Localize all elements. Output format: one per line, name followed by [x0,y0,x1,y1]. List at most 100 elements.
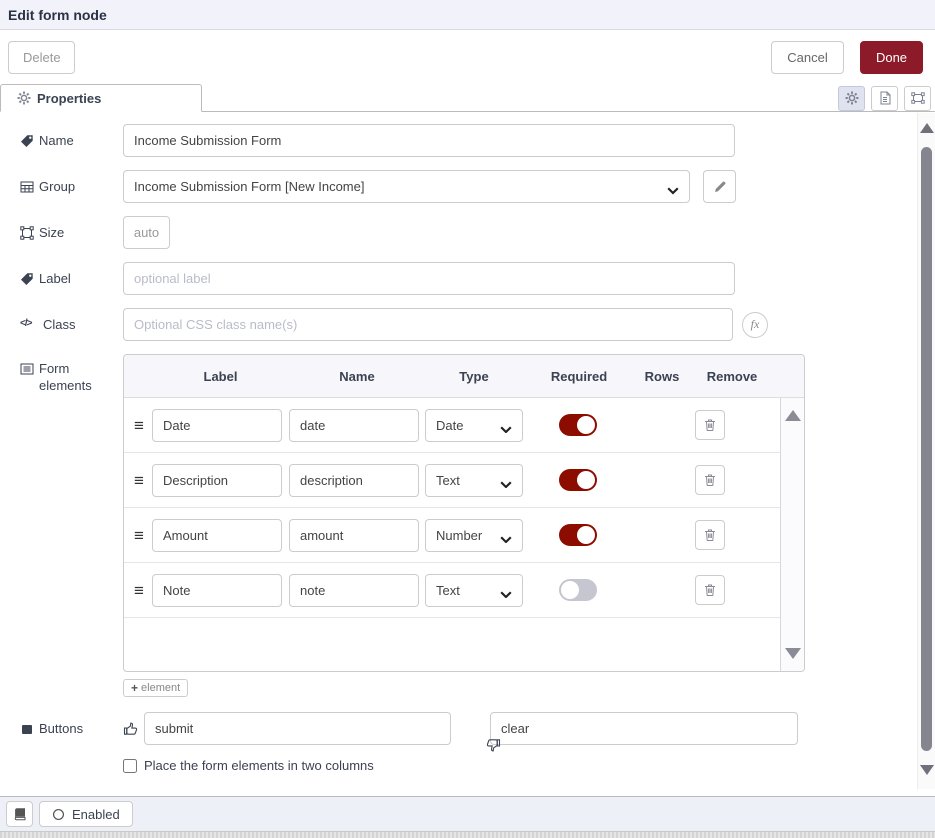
remove-element-button[interactable] [695,410,725,440]
two-columns-checkbox[interactable] [123,759,137,773]
remove-element-button[interactable] [695,520,725,550]
element-name-input[interactable] [289,574,419,607]
scroll-down-icon[interactable] [920,765,934,775]
submit-button-input[interactable] [144,712,451,745]
drag-handle-icon[interactable]: ≡ [134,417,152,434]
book-icon [13,807,27,821]
column-header-remove: Remove [689,369,775,384]
label-input[interactable] [123,262,735,295]
tag-icon [20,272,34,286]
size-button[interactable]: auto [123,216,170,249]
dialog-header: Edit form node [0,0,935,30]
delete-button[interactable]: Delete [8,41,75,74]
element-label-input[interactable] [152,519,282,552]
scroll-up-icon[interactable] [785,410,801,421]
node-info-button[interactable] [6,801,33,827]
two-columns-row: Place the form elements in two columns [123,758,915,773]
element-type-select[interactable]: Text [425,574,523,607]
fx-expand-button[interactable]: fx [742,312,768,338]
form-element-row: ≡ Date [124,398,780,453]
properties-gear-button[interactable] [838,86,865,111]
required-toggle[interactable] [559,524,597,546]
done-button[interactable]: Done [860,41,923,74]
label-label: Label [20,262,123,295]
column-header-required: Required [523,369,635,384]
buttons-row: Buttons [20,712,915,745]
form-element-row: ≡ Text [124,453,780,508]
tab-icon-buttons [838,84,931,112]
gear-icon [845,91,859,105]
tab-properties[interactable]: Properties [0,84,202,112]
form-elements-label: Formelements [20,354,123,672]
square-icon [20,722,34,736]
element-label-input[interactable] [152,464,282,497]
remove-element-button[interactable] [695,465,725,495]
trash-icon [703,418,717,432]
dialog-toolbar: Delete Cancel Done [0,30,935,84]
scrollbar-thumb[interactable] [921,147,932,751]
node-appearance-icon [911,91,925,105]
plus-icon: + [131,681,138,695]
drag-handle-icon[interactable]: ≡ [134,472,152,489]
form-elements-list-header: Label Name Type Required Rows Remove [124,355,804,398]
element-name-input[interactable] [289,519,419,552]
edit-group-button[interactable] [703,170,736,203]
required-toggle[interactable] [559,414,597,436]
drag-handle-icon[interactable]: ≡ [134,582,152,599]
element-label-input[interactable] [152,574,282,607]
tab-bar: Properties [0,84,935,112]
dialog-title: Edit form node [8,7,107,23]
appearance-button[interactable] [904,86,931,111]
required-toggle[interactable] [559,469,597,491]
form-elements-list: Label Name Type Required Rows Remove ≡ [123,354,805,672]
dialog-scrollbar[interactable] [917,113,935,789]
enabled-toggle-button[interactable]: Enabled [39,801,133,827]
column-header-label: Label [152,369,289,384]
class-input[interactable] [123,308,733,341]
cancel-button[interactable]: Cancel [771,41,844,74]
enabled-label: Enabled [72,807,120,822]
clear-button-input[interactable] [490,712,798,745]
element-type-select[interactable]: Date [425,409,523,442]
chevron-down-icon [500,531,512,539]
element-type-select[interactable]: Text [425,464,523,497]
dialog-edge-strip [0,831,935,838]
description-button[interactable] [871,86,898,111]
dialog-footer: Enabled [0,796,935,831]
list-icon [20,362,34,376]
group-row: Group Income Submission Form [New Income… [20,170,915,203]
required-toggle[interactable] [559,579,597,601]
code-icon: </> [20,318,38,332]
size-label: Size [20,216,123,249]
edit-form-node-dialog: Edit form node Delete Cancel Done Proper… [0,0,935,838]
label-row: Label [20,262,915,295]
tab-properties-label: Properties [37,91,101,106]
element-label-input[interactable] [152,409,282,442]
trash-icon [703,473,717,487]
column-header-type: Type [425,369,523,384]
group-select[interactable]: Income Submission Form [New Income] [123,170,690,203]
form-elements-row: Formelements Label Name Type Required Ro… [20,354,915,672]
thumbs-up-icon [123,721,139,737]
trash-icon [703,583,717,597]
add-element-button[interactable]: +element [123,679,188,697]
name-input[interactable] [123,124,735,157]
buttons-label: Buttons [20,721,123,736]
element-type-select[interactable]: Number [425,519,523,552]
scroll-down-icon[interactable] [785,648,801,659]
element-name-input[interactable] [289,464,419,497]
drag-handle-icon[interactable]: ≡ [134,527,152,544]
column-header-rows: Rows [635,369,689,384]
gear-icon [17,91,31,105]
list-scrollbar[interactable] [780,398,804,671]
size-row: Size auto [20,216,915,249]
object-group-icon [20,226,34,240]
class-label: </> Class [20,308,123,341]
scroll-up-icon[interactable] [920,123,934,133]
circle-icon [52,808,65,821]
properties-panel: Name Group Income Submission Form [New I… [0,112,935,796]
chevron-down-icon [667,183,679,191]
remove-element-button[interactable] [695,575,725,605]
form-element-row: ≡ Text [124,563,780,618]
element-name-input[interactable] [289,409,419,442]
